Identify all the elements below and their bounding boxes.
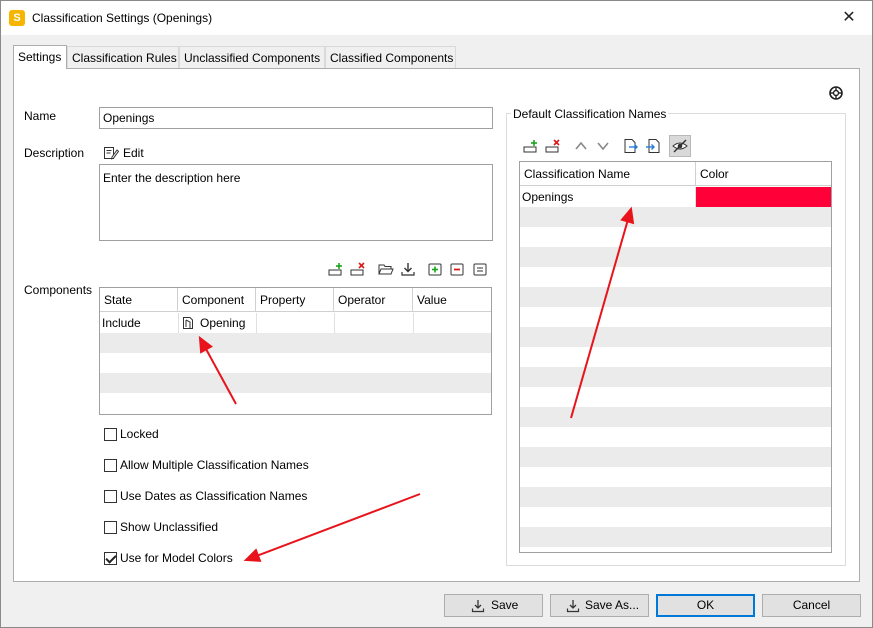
toggle-visibility-button[interactable] <box>669 135 691 157</box>
dialog-window: S Classification Settings (Openings) ✕ S… <box>0 0 873 628</box>
row-component: Opening <box>200 316 246 330</box>
group-list-icon[interactable] <box>472 261 488 277</box>
empty-row <box>520 447 831 467</box>
save-as-download-icon <box>566 600 580 613</box>
close-button[interactable]: ✕ <box>826 1 872 35</box>
name-label: Name <box>24 109 57 123</box>
default-names-group-title: Default Classification Names <box>511 107 669 121</box>
save-as-label: Save As... <box>585 598 640 612</box>
empty-row <box>100 353 491 373</box>
show-unclassified-checkbox[interactable] <box>104 521 117 534</box>
default-names-table: Classification Name Color Openings <box>519 161 832 553</box>
help-lifebuoy-icon[interactable] <box>829 86 843 100</box>
add-name-icon[interactable] <box>523 138 539 154</box>
remove-name-icon[interactable] <box>545 138 561 154</box>
row-state: Include <box>102 316 141 330</box>
column-header-color[interactable]: Color <box>696 162 831 186</box>
use-dates-checkbox[interactable] <box>104 490 117 503</box>
empty-row <box>520 527 831 547</box>
name-input[interactable]: Openings <box>99 107 493 129</box>
empty-row <box>520 387 831 407</box>
empty-row <box>520 467 831 487</box>
empty-row <box>520 207 831 227</box>
move-down-icon[interactable] <box>595 138 611 154</box>
empty-row <box>520 427 831 447</box>
locked-checkbox[interactable] <box>104 428 117 441</box>
empty-row <box>520 347 831 367</box>
components-table-header: State Component Property Operator Value <box>100 288 491 312</box>
save-label: Save <box>491 598 519 612</box>
remove-group-icon[interactable] <box>449 261 465 277</box>
empty-row <box>520 327 831 347</box>
tab-settings[interactable]: Settings <box>13 45 67 69</box>
title-bar: S Classification Settings (Openings) ✕ <box>1 1 872 35</box>
tab-unclassified-components[interactable]: Unclassified Components <box>179 46 325 68</box>
use-dates-label: Use Dates as Classification Names <box>120 489 308 503</box>
edit-pencil-icon <box>104 147 119 160</box>
components-label: Components <box>24 283 93 297</box>
allow-multiple-names-label: Allow Multiple Classification Names <box>120 458 309 472</box>
empty-row <box>100 393 491 413</box>
empty-row <box>520 227 831 247</box>
description-textarea[interactable]: Enter the description here <box>99 164 493 241</box>
empty-row <box>100 333 491 353</box>
table-row[interactable]: Openings <box>520 187 831 207</box>
save-button[interactable]: Save <box>444 594 543 617</box>
use-for-model-colors-label: Use for Model Colors <box>120 551 233 565</box>
empty-row <box>520 287 831 307</box>
save-download-icon <box>471 600 485 613</box>
tab-classified-components[interactable]: Classified Components <box>325 46 456 68</box>
add-row-icon[interactable] <box>328 261 344 277</box>
edit-description-button[interactable]: Edit <box>103 144 153 162</box>
row-classification-name: Openings <box>522 190 574 204</box>
empty-row <box>520 507 831 527</box>
table-row[interactable]: Include Opening <box>100 313 491 333</box>
empty-row <box>520 307 831 327</box>
move-up-icon[interactable] <box>573 138 589 154</box>
column-header-component[interactable]: Component <box>178 288 256 312</box>
show-unclassified-label: Show Unclassified <box>120 520 219 534</box>
download-icon[interactable] <box>400 261 416 277</box>
import-icon[interactable] <box>645 138 661 154</box>
empty-row <box>100 373 491 393</box>
row-color-swatch[interactable] <box>696 187 831 207</box>
remove-row-icon[interactable] <box>350 261 366 277</box>
empty-row <box>520 267 831 287</box>
locked-label: Locked <box>120 427 159 441</box>
tab-classification-rules[interactable]: Classification Rules <box>67 46 179 68</box>
column-header-property[interactable]: Property <box>256 288 334 312</box>
save-as-button[interactable]: Save As... <box>550 594 649 617</box>
open-folder-icon[interactable] <box>378 261 394 277</box>
ok-button[interactable]: OK <box>656 594 755 617</box>
edit-label: Edit <box>123 146 144 160</box>
app-icon: S <box>9 10 25 26</box>
components-table: State Component Property Operator Value … <box>99 287 492 415</box>
column-header-value[interactable]: Value <box>413 288 491 312</box>
column-header-state[interactable]: State <box>100 288 178 312</box>
column-header-operator[interactable]: Operator <box>334 288 413 312</box>
export-icon[interactable] <box>623 138 639 154</box>
window-title: Classification Settings (Openings) <box>32 11 213 25</box>
allow-multiple-names-checkbox[interactable] <box>104 459 117 472</box>
empty-row <box>520 247 831 267</box>
empty-row <box>520 407 831 427</box>
column-header-classification-name[interactable]: Classification Name <box>520 162 696 186</box>
cancel-button[interactable]: Cancel <box>762 594 861 617</box>
description-label: Description <box>24 146 85 160</box>
component-icon <box>183 317 193 329</box>
add-group-icon[interactable] <box>427 261 443 277</box>
empty-row <box>520 367 831 387</box>
empty-row <box>520 487 831 507</box>
default-names-table-header: Classification Name Color <box>520 162 831 186</box>
hide-eye-icon <box>672 139 688 153</box>
use-for-model-colors-checkbox[interactable] <box>104 552 117 565</box>
